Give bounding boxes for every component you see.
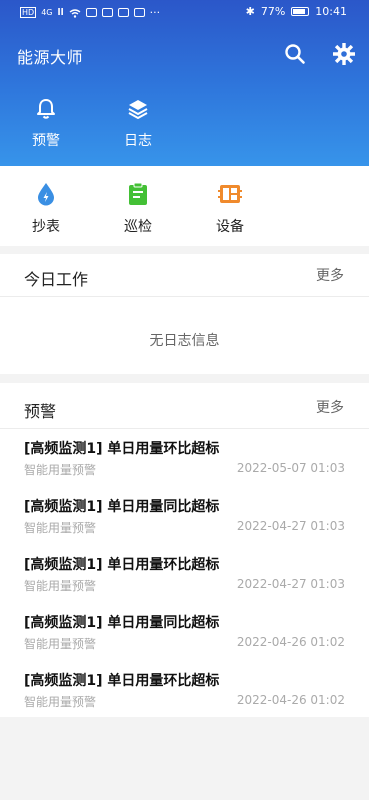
search-icon[interactable]	[284, 43, 306, 65]
alert-time: 2022-04-26 01:02	[236, 693, 345, 707]
bell-icon	[37, 99, 55, 119]
tiktok-icon	[85, 8, 97, 17]
battery-percent: 77%	[260, 5, 286, 18]
network-indicator: 4G	[41, 8, 53, 17]
alert-item[interactable]: [高频监测1] 单日用量同比超标 智能用量预警 2022-04-27 01:03	[0, 496, 369, 554]
alert-time: 2022-04-27 01:03	[236, 519, 345, 533]
section-title: 今日工作	[24, 270, 89, 289]
hd-indicator: HD	[20, 7, 37, 18]
tile-equipment[interactable]: 设备	[200, 182, 260, 236]
bluetooth-icon: ✱	[245, 5, 255, 18]
quick-action-log[interactable]: 日志	[108, 98, 168, 150]
wifi-icon	[69, 8, 81, 18]
tile-label: 抄表	[32, 219, 60, 235]
alert-item[interactable]: [高频监测1] 单日用量环比超标 智能用量预警 2022-05-07 01:03	[0, 438, 369, 496]
app-header: HD 4G ll ··· ✱ 77% 10:41 能源大师 预警 日志	[0, 0, 369, 166]
alert-title: [高频监测1] 单日用量同比超标	[24, 499, 220, 515]
section-title: 预警	[24, 402, 57, 421]
layers-icon	[128, 100, 148, 119]
gear-icon[interactable]	[333, 43, 355, 65]
alert-source: 智能用量预警	[24, 463, 97, 477]
quick-action-label: 预警	[32, 133, 60, 149]
alert-title: [高频监测1] 单日用量环比超标	[24, 441, 220, 457]
more-link[interactable]: 更多	[316, 397, 344, 417]
tile-label: 巡检	[124, 219, 152, 235]
more-link[interactable]: 更多	[316, 265, 344, 285]
status-bar: HD 4G ll ··· ✱ 77% 10:41	[0, 0, 369, 26]
alert-item[interactable]: [高频监测1] 单日用量环比超标 智能用量预警 2022-04-27 01:03	[0, 554, 369, 612]
translate-icon	[117, 8, 129, 17]
alert-source: 智能用量预警	[24, 637, 97, 651]
clock: 10:41	[315, 5, 347, 18]
status-right: ✱ 77% 10:41	[246, 5, 347, 18]
app-title: 能源大师	[17, 48, 84, 67]
clipboard-icon	[129, 182, 147, 205]
warning-header: 预警 更多	[0, 386, 369, 429]
battery-icon	[291, 7, 310, 16]
alert-title: [高频监测1] 单日用量环比超标	[24, 673, 220, 689]
alert-source: 智能用量预警	[24, 521, 97, 535]
alert-time: 2022-04-27 01:03	[236, 577, 345, 591]
app-icon	[101, 8, 113, 17]
alert-time: 2022-05-07 01:03	[236, 461, 345, 475]
empty-state: 无日志信息	[149, 333, 220, 349]
alert-time: 2022-04-26 01:02	[236, 635, 345, 649]
tile-label: 设备	[216, 219, 244, 235]
alert-title: [高频监测1] 单日用量同比超标	[24, 615, 220, 631]
alert-source: 智能用量预警	[24, 579, 97, 593]
status-left: HD 4G ll ···	[20, 6, 160, 19]
water-drop-icon	[38, 183, 54, 206]
device-icon	[218, 185, 242, 203]
signal-icon: ll	[57, 7, 64, 18]
tile-meter-reading[interactable]: 抄表	[16, 182, 76, 236]
quick-action-warning[interactable]: 预警	[16, 98, 76, 150]
alert-title: [高频监测1] 单日用量环比超标	[24, 557, 220, 573]
tile-inspection[interactable]: 巡检	[108, 182, 168, 236]
alert-source: 智能用量预警	[24, 695, 97, 709]
app-badge-icon	[133, 8, 145, 17]
more-notifications: ···	[149, 6, 161, 19]
today-work-header: 今日工作 更多	[0, 254, 369, 297]
alert-item[interactable]: [高频监测1] 单日用量同比超标 智能用量预警 2022-04-26 01:02	[0, 612, 369, 670]
alert-item[interactable]: [高频监测1] 单日用量环比超标 智能用量预警 2022-04-26 01:02	[0, 670, 369, 728]
quick-action-label: 日志	[124, 133, 152, 149]
